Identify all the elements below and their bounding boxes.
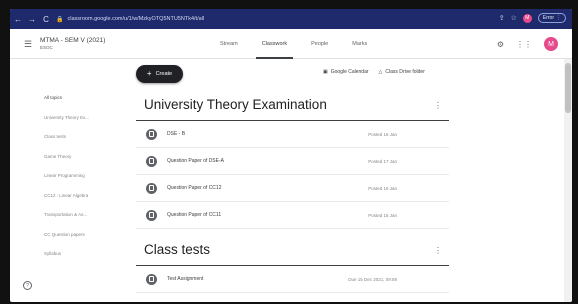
google-calendar-link[interactable]: ▣ Google Calendar bbox=[323, 69, 369, 75]
material-icon bbox=[146, 155, 157, 167]
more-vert-icon: ⋮ bbox=[556, 15, 561, 21]
url-text: classroom.google.com/u/1/w/MzkyOTQ5NTU5N… bbox=[67, 16, 205, 22]
scrollbar-thumb[interactable] bbox=[565, 63, 571, 113]
sidebar-item-university-theory[interactable]: University Theory Ex... bbox=[44, 115, 114, 135]
error-label: Error bbox=[542, 15, 554, 21]
lock-icon: 🔒 bbox=[56, 16, 64, 23]
list-item[interactable]: Question Paper of DSE-A Posted 17 Jan bbox=[136, 148, 449, 175]
forward-icon[interactable]: → bbox=[26, 15, 38, 24]
item-date: Posted 16 Jan bbox=[368, 131, 397, 137]
page-scrollbar[interactable] bbox=[564, 59, 572, 302]
plus-icon: + bbox=[146, 69, 152, 78]
item-title: Test Assignment bbox=[167, 276, 204, 282]
sidebar-item-cc-question-papers[interactable]: CC Question papers bbox=[44, 232, 114, 252]
sidebar-item-cc12[interactable]: CC12 : Linear Algebra bbox=[44, 193, 114, 213]
apps-grid-icon[interactable]: ⋮⋮ bbox=[516, 40, 532, 49]
address-bar[interactable]: 🔒 classroom.google.com/u/1/w/MzkyOTQ5NTU… bbox=[56, 13, 436, 25]
item-title: Question Paper of DSE-A bbox=[167, 158, 224, 164]
top-links: ▣ Google Calendar △ Class Drive folder bbox=[323, 69, 425, 75]
create-label: Create bbox=[155, 71, 173, 77]
create-button[interactable]: + Create bbox=[136, 65, 183, 83]
sidebar-item-all-topics[interactable]: All topics bbox=[44, 95, 114, 115]
sidebar-item-linear-programming[interactable]: Linear Programming bbox=[44, 173, 114, 193]
help-icon[interactable]: ? bbox=[23, 281, 32, 290]
material-icon bbox=[146, 182, 157, 194]
topics-sidebar: All topics University Theory Ex... Class… bbox=[44, 95, 114, 271]
calendar-label: Google Calendar bbox=[330, 69, 369, 75]
sidebar-item-class-tests[interactable]: Class tests bbox=[44, 134, 114, 154]
share-icon[interactable]: ⇪ bbox=[499, 14, 505, 22]
tab-stream[interactable]: Stream bbox=[208, 29, 250, 59]
sidebar-item-syllabus[interactable]: Syllabus bbox=[44, 251, 114, 271]
item-title: DSE - B bbox=[167, 131, 186, 137]
item-date: Posted 17 Jan bbox=[368, 158, 397, 164]
list-item[interactable]: Test Assignment Due 15 Dec 2021, 09:59 bbox=[136, 266, 449, 293]
section-title: University Theory Examination bbox=[144, 97, 327, 112]
material-icon bbox=[146, 128, 157, 140]
drive-label: Class Drive folder bbox=[385, 69, 425, 75]
assignment-icon bbox=[146, 273, 157, 285]
list-item[interactable]: Question Paper of CC11 Posted 15 Jan bbox=[136, 202, 449, 229]
browser-window: ← → C 🔒 classroom.google.com/u/1/w/MzkyO… bbox=[10, 9, 572, 302]
class-drive-link[interactable]: △ Class Drive folder bbox=[379, 69, 425, 75]
tab-bar: Stream Classwork People Marks bbox=[208, 29, 379, 59]
section-title: Class tests bbox=[144, 242, 211, 257]
sidebar-item-game-theory[interactable]: Game Theory bbox=[44, 154, 114, 174]
list-item[interactable]: Question Paper of CC12 Posted 16 Jan bbox=[136, 175, 449, 202]
course-subtitle: ESOC bbox=[40, 45, 53, 50]
reload-icon[interactable]: C bbox=[40, 15, 52, 24]
settings-icon[interactable]: ⚙ bbox=[497, 40, 504, 49]
star-icon[interactable]: ☆ bbox=[511, 14, 517, 22]
section-more-icon[interactable]: ⋮ bbox=[434, 246, 442, 255]
tab-people[interactable]: People bbox=[299, 29, 340, 59]
browser-profile-avatar[interactable]: M bbox=[522, 13, 532, 23]
tab-marks[interactable]: Marks bbox=[340, 29, 379, 59]
browser-error-button[interactable]: Error ⋮ bbox=[537, 13, 566, 23]
list-item[interactable]: DSE - B Posted 16 Jan bbox=[136, 121, 449, 148]
tab-classwork[interactable]: Classwork bbox=[250, 29, 299, 59]
course-title: MTMA - SEM V (2021) bbox=[40, 37, 106, 44]
back-icon[interactable]: ← bbox=[12, 15, 24, 24]
item-title: Question Paper of CC11 bbox=[167, 212, 222, 218]
classroom-header: ☰ MTMA - SEM V (2021) ESOC Stream Classw… bbox=[10, 29, 572, 59]
material-icon bbox=[146, 209, 157, 221]
browser-toolbar: ← → C 🔒 classroom.google.com/u/1/w/MzkyO… bbox=[10, 9, 572, 29]
course-info[interactable]: MTMA - SEM V (2021) ESOC bbox=[40, 37, 105, 50]
item-date: Posted 15 Jan bbox=[368, 212, 397, 218]
account-avatar[interactable]: M bbox=[544, 37, 558, 51]
item-title: Question Paper of CC12 bbox=[167, 185, 222, 191]
item-date: Due 15 Dec 2021, 09:59 bbox=[348, 276, 397, 282]
calendar-icon: ▣ bbox=[323, 69, 328, 75]
menu-icon[interactable]: ☰ bbox=[24, 39, 32, 50]
sidebar-item-transportation[interactable]: Transportation & As... bbox=[44, 212, 114, 232]
section-more-icon[interactable]: ⋮ bbox=[434, 101, 442, 110]
drive-icon: △ bbox=[378, 69, 383, 75]
item-date: Posted 16 Jan bbox=[368, 185, 397, 191]
